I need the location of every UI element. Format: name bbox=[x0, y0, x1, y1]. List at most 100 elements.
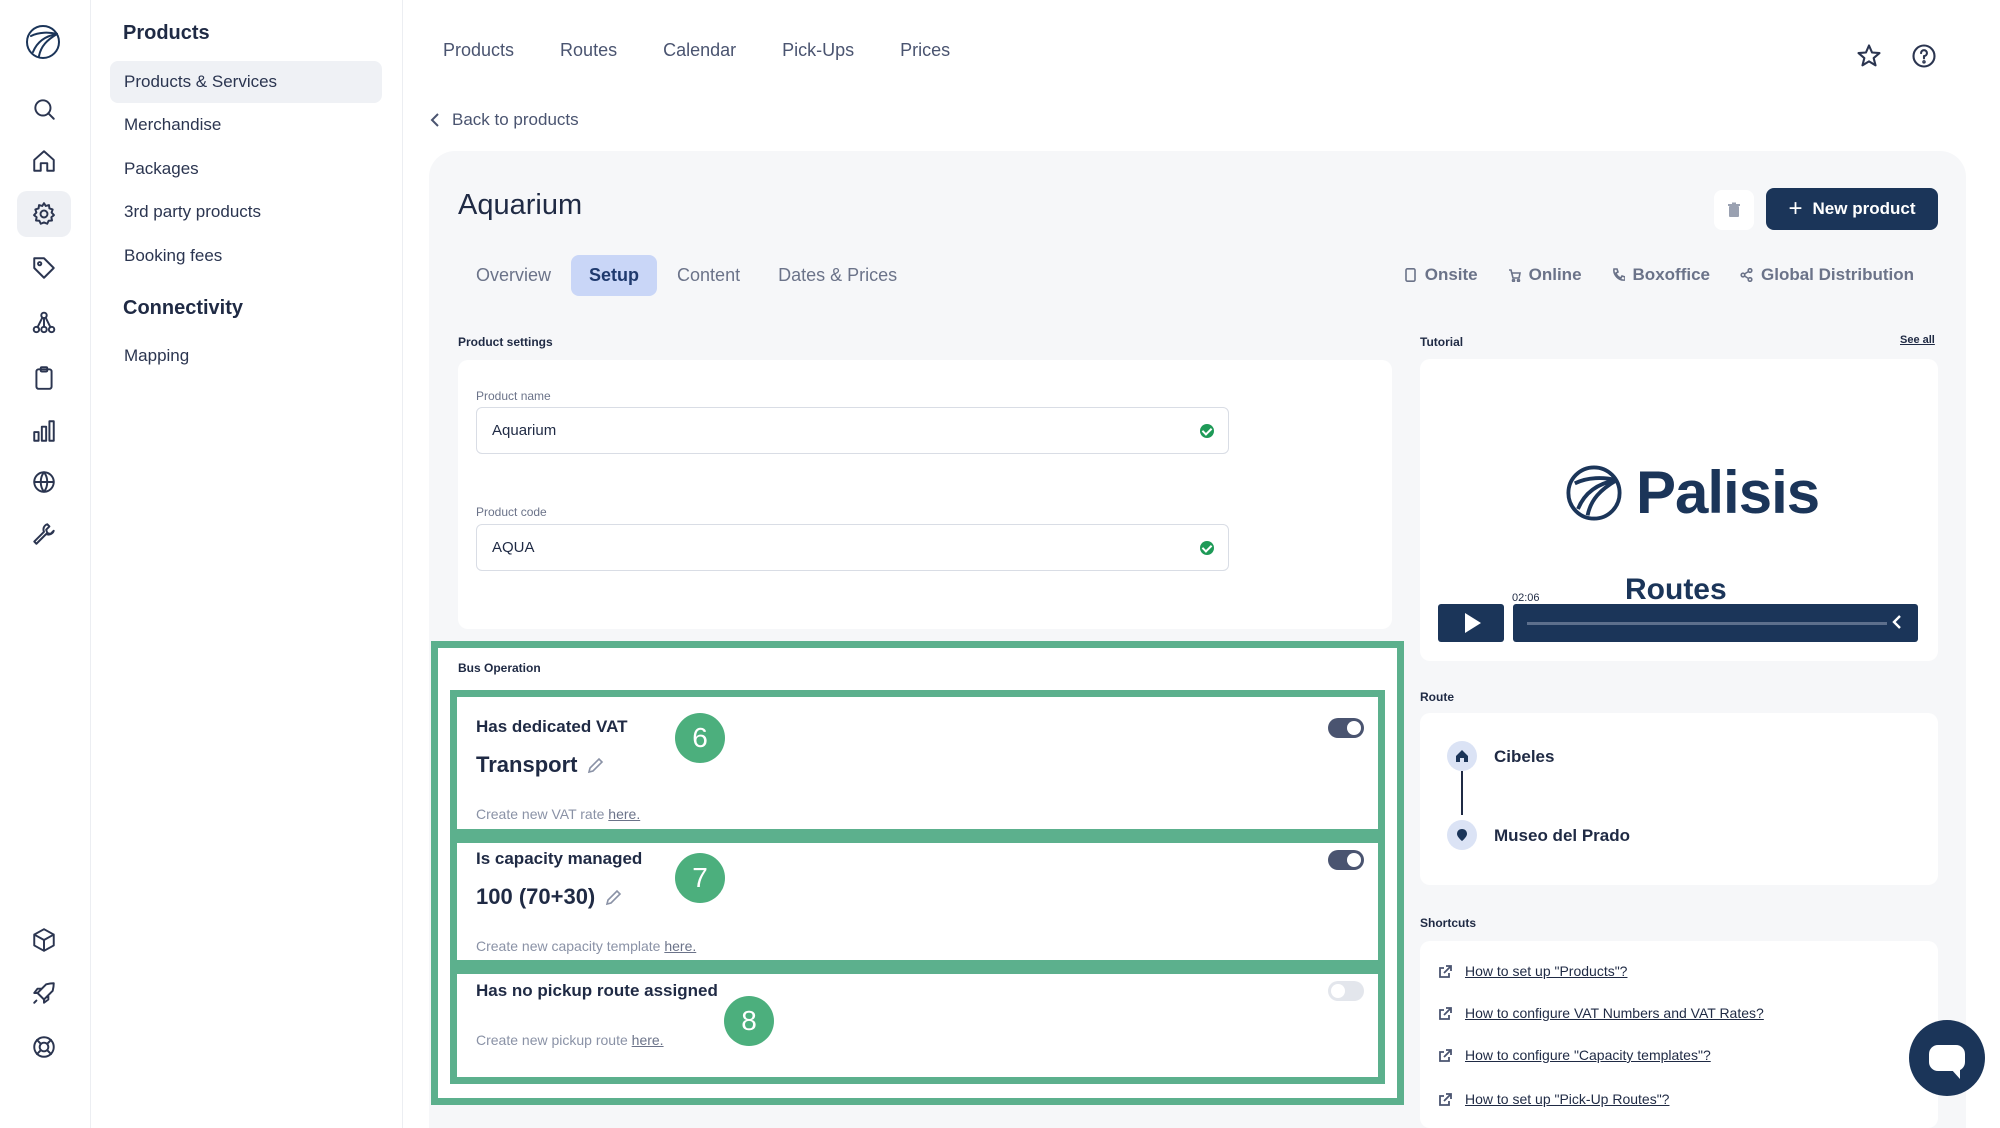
pickup-here-link[interactable]: here. bbox=[632, 1032, 664, 1048]
sidebar-item-packages[interactable]: Packages bbox=[110, 148, 382, 190]
channel-online[interactable]: Online bbox=[1508, 265, 1582, 285]
star-icon[interactable] bbox=[1855, 42, 1883, 70]
pickup-note-text: Create new pickup route bbox=[476, 1032, 628, 1048]
shortcut-text: How to configure "Capacity templates"? bbox=[1465, 1047, 1711, 1063]
sidebar-item-products-services[interactable]: Products & Services bbox=[110, 61, 382, 103]
page-title: Aquarium bbox=[458, 189, 583, 221]
location-pin-icon bbox=[1447, 820, 1477, 850]
shortcut-text: How to configure VAT Numbers and VAT Rat… bbox=[1465, 1005, 1764, 1021]
chat-bubble-icon bbox=[1929, 1045, 1965, 1079]
vat-toggle[interactable] bbox=[1328, 718, 1364, 738]
route-stop-start: Cibeles bbox=[1494, 747, 1555, 766]
product-tabs: Overview Setup Content Dates & Prices bbox=[458, 255, 917, 296]
sidebar-group-title: Products bbox=[123, 22, 210, 44]
bar-chart-icon[interactable] bbox=[17, 408, 71, 454]
vat-option-title: Has dedicated VAT bbox=[476, 717, 628, 736]
capacity-toggle[interactable] bbox=[1328, 850, 1364, 870]
delete-button[interactable] bbox=[1714, 190, 1754, 230]
progress-track[interactable] bbox=[1527, 622, 1887, 625]
video-time: 02:06 bbox=[1512, 592, 1540, 604]
help-icon[interactable] bbox=[1910, 42, 1938, 70]
wrench-icon[interactable] bbox=[17, 511, 71, 557]
secondary-sidebar: Products Products & Services Merchandise… bbox=[92, 0, 403, 1128]
step-badge-7: 7 bbox=[675, 853, 725, 903]
topnav-products[interactable]: Products bbox=[443, 40, 514, 61]
palisis-logo-icon[interactable] bbox=[23, 22, 63, 62]
home-icon[interactable] bbox=[17, 138, 71, 184]
topnav-prices[interactable]: Prices bbox=[900, 40, 950, 61]
brand-name: Palisis bbox=[1636, 459, 1820, 526]
topnav-routes[interactable]: Routes bbox=[560, 40, 617, 61]
shortcut-text: How to set up "Pick-Up Routes"? bbox=[1465, 1091, 1670, 1107]
back-label: Back to products bbox=[452, 110, 579, 129]
pickup-note: Create new pickup route here. bbox=[476, 1032, 664, 1048]
top-nav: Products Routes Calendar Pick-Ups Prices bbox=[443, 40, 950, 61]
home-icon bbox=[1447, 741, 1477, 771]
network-icon[interactable] bbox=[17, 300, 71, 346]
channel-boxoffice[interactable]: Boxoffice bbox=[1612, 265, 1710, 285]
chevron-left-icon bbox=[430, 113, 439, 127]
sidebar-item-3rd-party[interactable]: 3rd party products bbox=[110, 191, 382, 233]
channel-label: Boxoffice bbox=[1632, 265, 1710, 284]
share-icon bbox=[1740, 268, 1753, 282]
rocket-icon[interactable] bbox=[17, 970, 71, 1016]
video-progress-bar[interactable] bbox=[1513, 604, 1918, 642]
channel-global-distribution[interactable]: Global Distribution bbox=[1740, 265, 1914, 285]
back-to-products-link[interactable]: Back to products bbox=[428, 110, 579, 130]
channel-label: Onsite bbox=[1424, 265, 1478, 284]
tag-icon[interactable] bbox=[17, 245, 71, 291]
palisis-brand: Palisis bbox=[1562, 458, 1820, 527]
vat-here-link[interactable]: here. bbox=[608, 806, 640, 822]
new-product-button[interactable]: + New product bbox=[1766, 188, 1938, 230]
sidebar-item-mapping[interactable]: Mapping bbox=[110, 335, 382, 377]
chat-button[interactable] bbox=[1909, 1020, 1985, 1096]
gear-icon[interactable] bbox=[17, 191, 71, 237]
pickup-toggle[interactable] bbox=[1328, 981, 1364, 1001]
trash-icon bbox=[1728, 202, 1740, 217]
tab-dates-prices[interactable]: Dates & Prices bbox=[760, 255, 915, 296]
vat-note: Create new VAT rate here. bbox=[476, 806, 640, 822]
product-code-label: Product code bbox=[476, 505, 547, 519]
globe-icon[interactable] bbox=[17, 459, 71, 505]
sidebar-item-merchandise[interactable]: Merchandise bbox=[110, 104, 382, 146]
product-name-input[interactable]: Aquarium bbox=[476, 407, 1229, 454]
tab-content[interactable]: Content bbox=[659, 255, 758, 296]
sidebar-group-title: Connectivity bbox=[123, 297, 244, 319]
cube-icon[interactable] bbox=[17, 917, 71, 963]
play-button[interactable] bbox=[1438, 604, 1504, 642]
external-link-icon bbox=[1439, 1006, 1452, 1020]
channel-label: Online bbox=[1528, 265, 1582, 284]
tab-overview[interactable]: Overview bbox=[458, 255, 569, 296]
external-link-icon bbox=[1439, 1092, 1452, 1106]
topnav-pickups[interactable]: Pick-Ups bbox=[782, 40, 854, 61]
sidebar-item-booking-fees[interactable]: Booking fees bbox=[110, 235, 382, 277]
clipboard-icon[interactable] bbox=[17, 355, 71, 401]
channel-onsite[interactable]: Onsite bbox=[1404, 265, 1478, 285]
vat-option-value[interactable]: Transport bbox=[476, 752, 604, 778]
chevron-left-icon[interactable] bbox=[1892, 615, 1902, 629]
shortcut-link[interactable]: How to configure VAT Numbers and VAT Rat… bbox=[1438, 1005, 1764, 1021]
see-all-link[interactable]: See all bbox=[1900, 334, 1935, 346]
tab-setup[interactable]: Setup bbox=[571, 255, 658, 296]
shortcuts-label: Shortcuts bbox=[1420, 916, 1477, 930]
vat-value-text: Transport bbox=[476, 752, 578, 777]
tutorial-label: Tutorial bbox=[1420, 335, 1464, 349]
topnav-calendar[interactable]: Calendar bbox=[663, 40, 736, 61]
capacity-here-link[interactable]: here. bbox=[664, 938, 696, 954]
product-settings-card bbox=[458, 360, 1392, 629]
phone-icon bbox=[1404, 268, 1416, 282]
shortcut-link[interactable]: How to configure "Capacity templates"? bbox=[1438, 1047, 1711, 1063]
pickup-option-title: Has no pickup route assigned bbox=[476, 981, 718, 1000]
product-code-input[interactable]: AQUA bbox=[476, 524, 1229, 571]
pencil-icon bbox=[606, 889, 622, 905]
check-circle-icon bbox=[1200, 541, 1214, 555]
shortcut-link[interactable]: How to set up "Products"? bbox=[1438, 963, 1627, 979]
icon-rail bbox=[0, 0, 91, 1128]
capacity-option-value[interactable]: 100 (70+30) bbox=[476, 884, 622, 910]
lifebuoy-icon[interactable] bbox=[17, 1024, 71, 1070]
external-link-icon bbox=[1439, 1048, 1452, 1062]
search-icon[interactable] bbox=[17, 86, 71, 132]
shortcut-link[interactable]: How to set up "Pick-Up Routes"? bbox=[1438, 1091, 1669, 1107]
product-code-value: AQUA bbox=[492, 539, 535, 556]
product-name-value: Aquarium bbox=[492, 422, 557, 439]
